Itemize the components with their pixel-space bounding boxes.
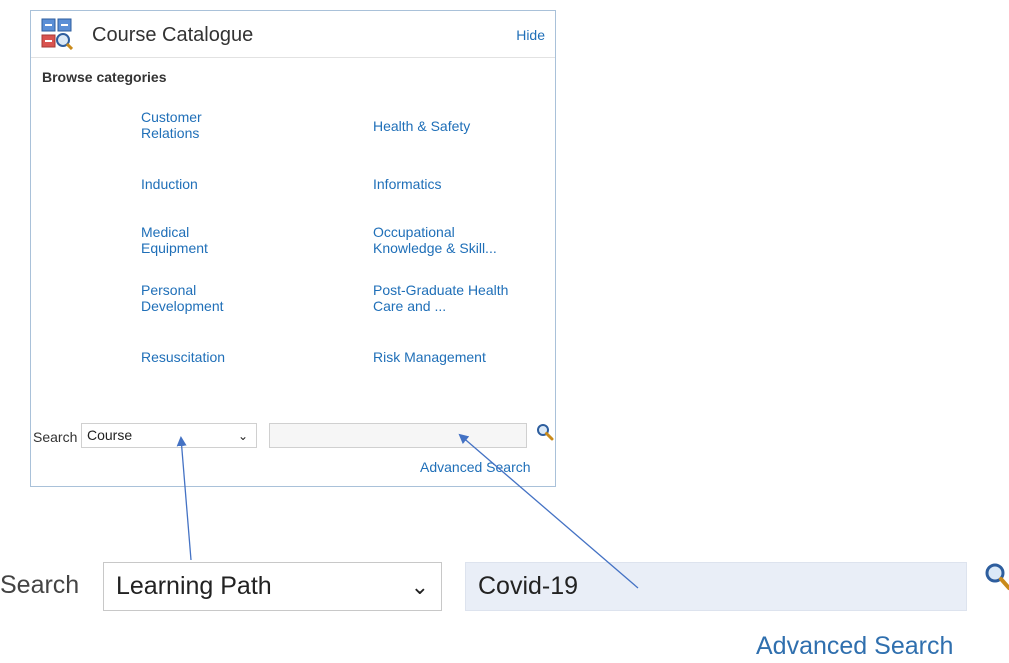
hide-link[interactable]: Hide [516, 27, 545, 43]
panel-title: Course Catalogue [92, 24, 254, 46]
search-input[interactable] [269, 423, 527, 448]
category-label-line1: Informatics [373, 176, 442, 192]
course-catalogue-panel: Course Catalogue Hide Browse categories … [30, 10, 556, 487]
search-type-value: Course [87, 427, 133, 443]
category-label-line1: Medical [141, 224, 190, 240]
category-label-line1: Risk Management [373, 349, 486, 365]
browse-categories-label: Browse categories [42, 69, 167, 85]
category-label-line1: Post-Graduate Health [373, 282, 509, 298]
search-type-select[interactable]: Course ⌄ [81, 423, 257, 448]
category-health-safety[interactable]: Health & Safety [373, 118, 548, 134]
category-personal-development[interactable]: Personal Development [141, 282, 316, 314]
category-label-line1: Occupational [373, 224, 455, 240]
magnifier-icon[interactable] [983, 562, 1009, 592]
advanced-search-link[interactable]: Advanced Search [420, 459, 531, 475]
zoom-search-type-select[interactable]: Learning Path ⌄ [103, 562, 442, 611]
category-label-line1: Personal [141, 282, 197, 298]
category-label-line2: Equipment [141, 240, 208, 256]
zoom-search-input[interactable]: Covid-19 [465, 562, 967, 611]
category-label-line2: Relations [141, 125, 200, 141]
zoom-search-label: Search [0, 571, 80, 599]
chevron-down-icon: ⌄ [237, 429, 248, 443]
category-informatics[interactable]: Informatics [373, 176, 548, 192]
category-label-line1: Customer [141, 109, 202, 125]
category-label-line2: Knowledge & Skill... [373, 240, 497, 256]
category-label-line1: Resuscitation [141, 349, 226, 365]
category-risk-management[interactable]: Risk Management [373, 349, 548, 365]
category-customer-relations[interactable]: Customer Relations [141, 109, 316, 141]
panel-header: Course Catalogue Hide [31, 11, 555, 58]
search-label: Search [33, 429, 78, 445]
category-induction[interactable]: Induction [141, 176, 316, 192]
category-resuscitation[interactable]: Resuscitation [141, 349, 316, 365]
category-label-line1: Health & Safety [373, 118, 471, 134]
course-catalogue-icon [41, 18, 73, 50]
category-label-line2: Care and ... [373, 298, 447, 314]
category-post-graduate-health[interactable]: Post-Graduate Health Care and ... [373, 282, 548, 314]
chevron-down-icon: ⌄ [410, 574, 429, 599]
zoom-search-type-value: Learning Path [116, 572, 272, 600]
category-occupational-knowledge[interactable]: Occupational Knowledge & Skill... [373, 224, 548, 256]
zoom-advanced-search-link[interactable]: Advanced Search [756, 632, 953, 661]
magnifier-icon[interactable] [536, 423, 554, 441]
category-label-line2: Development [141, 298, 224, 314]
category-medical-equipment[interactable]: Medical Equipment [141, 224, 316, 256]
category-label-line1: Induction [141, 176, 198, 192]
